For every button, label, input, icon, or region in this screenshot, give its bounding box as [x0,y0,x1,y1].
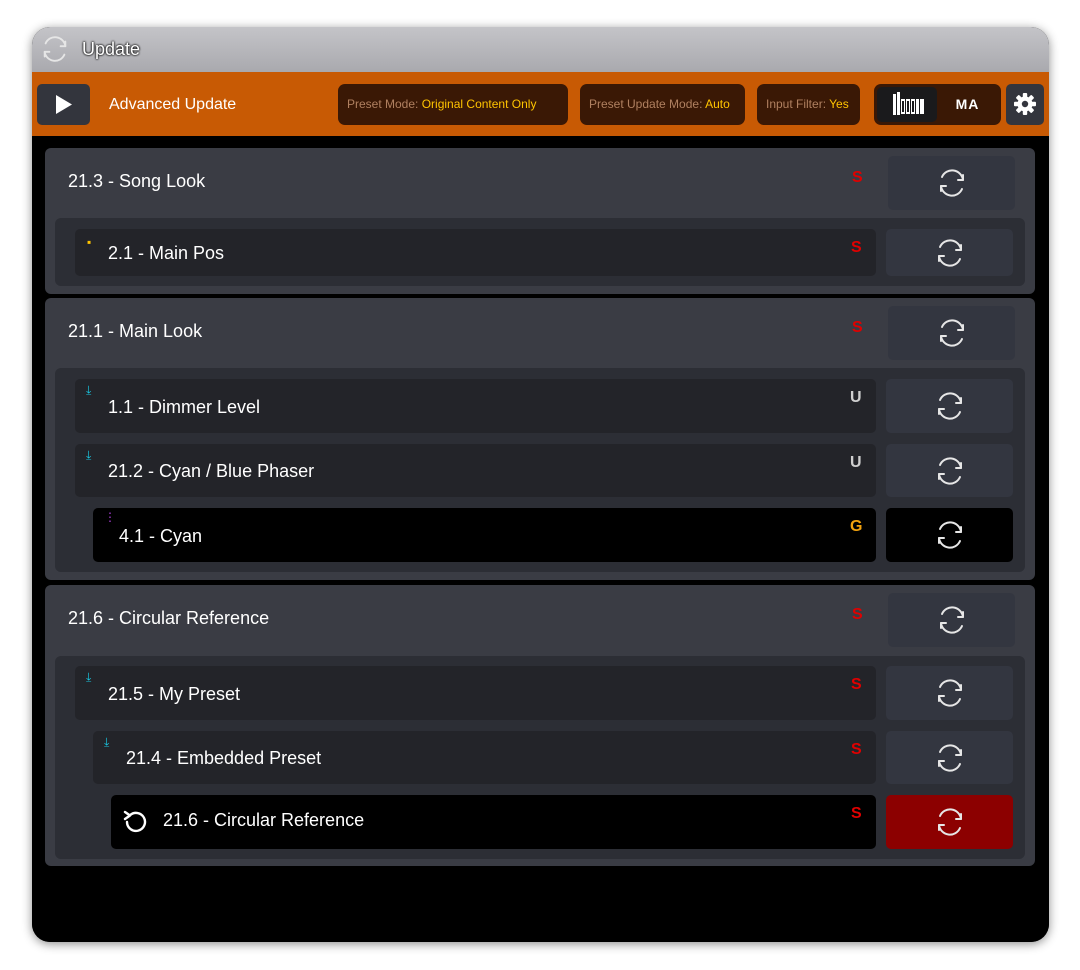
item-title: 21.6 - Circular Reference [163,810,365,830]
list-item[interactable]: 21.6 - Circular Reference S [111,795,876,849]
update-button[interactable] [886,444,1013,497]
ma-toggle-label: MA [955,96,980,112]
update-button[interactable] [888,156,1015,210]
input-filter-button[interactable]: Input Filter: Yes [757,84,860,125]
ma-toggle-option[interactable]: MA [937,87,998,122]
list-item[interactable]: ⤓ 21.2 - Cyan / Blue Phaser U [75,444,876,497]
refresh-icon [40,34,70,64]
sync-icon [934,519,966,551]
item-title: 4.1 - Cyan [119,526,203,546]
purple-dots-icon: ⋮ [104,510,116,524]
preset-update-mode-label: Preset Update Mode: [589,97,703,111]
update-button[interactable] [886,508,1013,562]
update-button[interactable] [888,306,1015,360]
play-button[interactable] [37,84,90,125]
group-children: ▪ 2.1 - Main Pos S [55,218,1025,286]
status-flag: S [851,676,862,693]
settings-button[interactable] [1006,84,1044,125]
update-button[interactable] [888,593,1015,647]
preset-group: 21.6 - Circular Reference S ⤓ 21.5 - My … [45,585,1035,866]
sync-icon [934,742,966,774]
download-arrow-icon: ⤓ [104,735,110,749]
list-item[interactable]: ⋮ 4.1 - Cyan G [93,508,876,562]
group-children: ⤓ 1.1 - Dimmer Level U ⤓ 21.2 - Cyan / B… [55,368,1025,572]
input-filter-value: Yes [829,97,849,111]
circular-reference-icon [123,810,147,833]
preset-mode-value: Original Content Only [421,97,537,111]
update-window: Update Advanced Update Preset Mode: Orig… [32,27,1049,942]
status-flag: U [850,389,862,406]
download-arrow-icon: ⤓ [86,448,92,462]
sync-icon [936,317,968,349]
sync-icon [936,604,968,636]
group-children: ⤓ 21.5 - My Preset S ⤓ 21.4 - Embedded P… [55,656,1025,859]
group-title: 21.3 - Song Look [68,171,206,191]
preset-group: 21.1 - Main Look S ⤓ 1.1 - Dimmer Level … [45,298,1035,580]
download-arrow-icon: ⤓ [86,670,92,684]
preset-update-mode-value: Auto [705,97,730,111]
status-flag: S [851,805,862,822]
list-item[interactable]: ▪ 2.1 - Main Pos S [75,229,876,276]
item-title: 21.4 - Embedded Preset [126,748,322,768]
item-title: 21.2 - Cyan / Blue Phaser [108,461,315,481]
preset-group: 21.3 - Song Look S ▪ 2.1 - Main Pos S [45,148,1035,294]
window-title: Update [82,39,141,59]
play-icon [56,95,72,114]
update-button[interactable] [886,795,1013,849]
item-title: 2.1 - Main Pos [108,243,225,263]
preset-tree: 21.3 - Song Look S ▪ 2.1 - Main Pos S 21… [32,136,1049,942]
group-header: 21.3 - Song Look S [45,148,1035,214]
sync-icon [934,237,966,269]
sync-icon [934,390,966,422]
list-item[interactable]: ⤓ 1.1 - Dimmer Level U [75,379,876,433]
update-button[interactable] [886,379,1013,433]
group-header: 21.6 - Circular Reference S [45,585,1035,651]
preset-mode-button[interactable]: Preset Mode: Original Content Only [338,84,568,125]
preset-update-mode-button[interactable]: Preset Update Mode: Auto [580,84,745,125]
toolbar-title: Advanced Update [109,96,237,113]
status-flag: U [850,454,862,471]
sync-icon [934,455,966,487]
group-title: 21.1 - Main Look [68,321,203,341]
toolbar: Advanced Update Preset Mode: Original Co… [32,72,1049,136]
status-flag: S [852,319,863,336]
status-flag: S [851,741,862,758]
input-filter-label: Input Filter: [766,97,827,111]
preset-mode-label: Preset Mode: [347,97,419,111]
status-flag: G [850,518,863,535]
status-flag: S [851,239,862,256]
sync-icon [936,167,968,199]
list-item[interactable]: ⤓ 21.4 - Embedded Preset S [93,731,876,784]
preset-marker-icon: ▪ [87,235,92,249]
grandma-tools-logo [893,92,924,115]
item-title: 21.5 - My Preset [108,684,241,704]
gear-icon [1014,93,1036,115]
sync-icon [934,806,966,838]
title-bar[interactable]: Update [32,27,1049,72]
status-flag: S [852,169,863,186]
update-button[interactable] [886,229,1013,276]
download-arrow-icon: ⤓ [86,383,92,397]
tools-ma-toggle: MA [874,84,1001,125]
update-button[interactable] [886,731,1013,784]
group-title: 21.6 - Circular Reference [68,608,270,628]
tools-toggle-option[interactable] [877,87,937,122]
status-flag: S [852,606,863,623]
update-button[interactable] [886,666,1013,720]
item-title: 1.1 - Dimmer Level [108,397,261,417]
group-header: 21.1 - Main Look S [45,298,1035,364]
sync-icon [934,677,966,709]
list-item[interactable]: ⤓ 21.5 - My Preset S [75,666,876,720]
